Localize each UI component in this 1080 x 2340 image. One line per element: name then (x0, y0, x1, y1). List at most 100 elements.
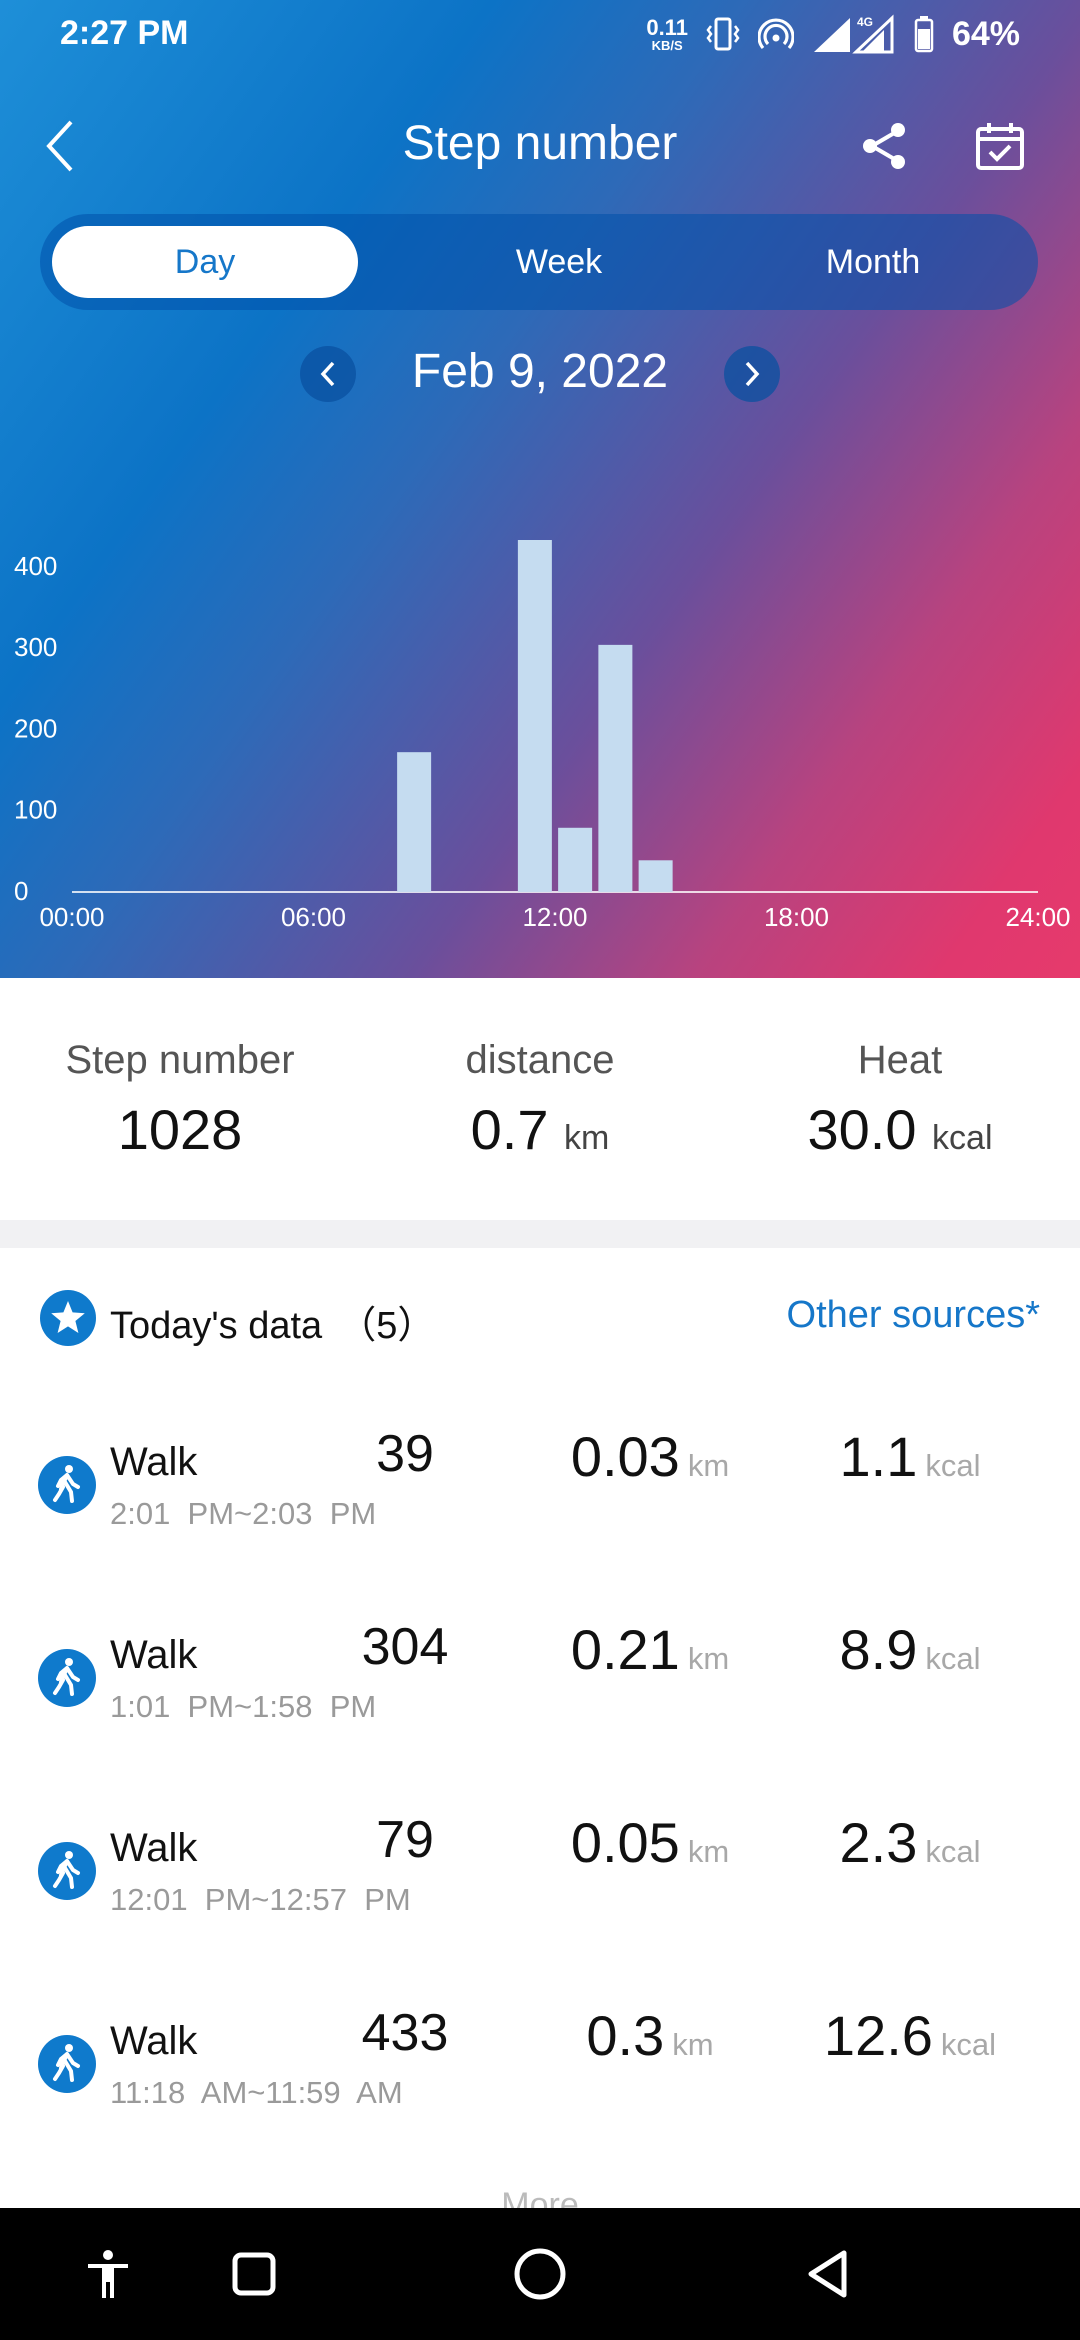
walking-person-icon (38, 1649, 96, 1707)
record-activity-type: Walk (110, 1633, 198, 1677)
cellular-signal-icon: 4G (813, 14, 894, 54)
step-chart: 0 100 200 300 400 00:00 06:00 12:00 18:00 24:00 (14, 540, 1071, 932)
record-time-range: 1:01 PM~1:58 PM (110, 1689, 377, 1724)
home-button[interactable] (504, 2238, 576, 2310)
date-selector: Feb 9, 2022 (0, 340, 1080, 404)
next-date-button[interactable] (724, 346, 780, 402)
square-icon (232, 2252, 276, 2296)
status-time: 2:27 PM (60, 14, 189, 52)
summary-heat-value-row: 30.0 kcal (720, 1097, 1080, 1162)
summary-distance-value: 0.7 (470, 1098, 549, 1161)
recents-button[interactable] (218, 2238, 290, 2310)
record-heat-value: 8.9 (839, 1618, 918, 1681)
record-distance: 0.03 km (540, 1424, 760, 1489)
record-heat: 2.3 kcal (790, 1810, 1030, 1875)
record-heat: 8.9 kcal (790, 1617, 1030, 1682)
summary-steps: Step number 1028 (0, 1038, 360, 1162)
record-heat-unit: kcal (925, 1448, 981, 1483)
battery-icon (914, 16, 934, 53)
record-activity-type: Walk (110, 1826, 198, 1870)
title-bar: Step number (0, 100, 1080, 192)
network-speed-value: 0.11 (646, 14, 688, 40)
record-heat: 1.1 kcal (790, 1424, 1030, 1489)
chevron-right-icon (745, 361, 760, 387)
today-data-title-text: Today's data (110, 1305, 323, 1347)
screen: 2:27 PM 0.11 KB/S 4G 64% Step number Day… (0, 0, 1080, 2340)
tab-month[interactable]: Month (720, 226, 1026, 298)
record-time-range: 12:01 PM~12:57 PM (110, 1882, 411, 1917)
record-distance-value: 0.05 (570, 1811, 680, 1874)
triangle-back-icon (808, 2250, 847, 2298)
share-button[interactable] (852, 114, 916, 178)
x-tick-label: 18:00 (764, 902, 829, 932)
record-time-range: 11:18 AM~11:59 AM (110, 2075, 403, 2110)
record-distance: 0.05 km (540, 1810, 760, 1875)
summary-steps-label: Step number (65, 1038, 295, 1082)
status-icons: 0.11 KB/S 4G 64% (646, 12, 1020, 56)
record-heat: 12.6 kcal (790, 2003, 1030, 2068)
record-heat-value: 12.6 (823, 2004, 933, 2067)
activity-record-row[interactable]: Walk 11:18 AM~11:59 AM 433 0.3 km 12.6 kcal (0, 1965, 1080, 2158)
daily-summary: Step number 1028 distance 0.7 km Heat 30… (0, 978, 1080, 1220)
current-date: Feb 9, 2022 (411, 345, 669, 398)
walking-person-icon (38, 1842, 96, 1900)
chart-bar[interactable] (598, 644, 633, 892)
network-type-label: 4G (857, 15, 873, 29)
summary-heat-label: Heat (857, 1038, 943, 1082)
record-heat-unit: kcal (940, 2027, 997, 2062)
summary-heat-unit: kcal (932, 1119, 993, 1157)
record-distance-value: 0.21 (570, 1618, 680, 1681)
x-tick-label: 24:00 (1005, 902, 1070, 932)
star-icon (40, 1290, 96, 1346)
circle-icon (514, 2248, 566, 2300)
record-heat-unit: kcal (925, 1641, 981, 1676)
x-tick-label: 00:00 (39, 902, 104, 932)
network-speed-unit: KB/S (651, 37, 683, 53)
summary-heat: Heat 30.0 kcal (720, 1038, 1080, 1162)
y-tick-label: 200 (14, 713, 57, 743)
network-speed: 0.11 KB/S (646, 14, 688, 53)
record-steps: 304 (361, 1618, 449, 1676)
other-sources-link[interactable]: Other sources* (787, 1294, 1040, 1337)
chart-bar[interactable] (517, 540, 552, 892)
summary-steps-value: 1028 (117, 1098, 243, 1161)
calendar-button[interactable] (968, 114, 1032, 178)
record-distance-unit: km (687, 1641, 730, 1676)
today-data-title: Today's data （5） (110, 1294, 435, 1349)
tab-day[interactable]: Day (52, 226, 358, 298)
battery-level: 64% (951, 14, 1020, 53)
record-heat-value: 1.1 (839, 1425, 918, 1488)
summary-distance-label: distance (465, 1038, 615, 1082)
share-icon (863, 123, 905, 169)
activity-record-row[interactable]: Walk 12:01 PM~12:57 PM 79 0.05 km 2.3 kcal (0, 1772, 1080, 1965)
walking-person-icon (38, 2035, 96, 2093)
record-time-range: 2:01 PM~2:03 PM (110, 1496, 377, 1531)
accessibility-button[interactable] (72, 2238, 144, 2310)
record-steps: 39 (376, 1425, 434, 1483)
hotspot-icon (757, 18, 794, 50)
record-steps: 433 (361, 2004, 449, 2062)
x-tick-label: 06:00 (281, 902, 346, 932)
record-heat-unit: kcal (925, 1834, 981, 1869)
y-tick-label: 400 (14, 551, 57, 581)
y-tick-label: 100 (14, 795, 57, 825)
chart-bar[interactable] (558, 827, 593, 892)
chart-bar[interactable] (397, 752, 432, 892)
y-tick-label: 0 (14, 876, 28, 906)
vibrate-icon (706, 17, 740, 51)
section-divider (0, 1220, 1080, 1248)
today-data-count: （5） (338, 1305, 436, 1347)
header-panel: 2:27 PM 0.11 KB/S 4G 64% Step number Day… (0, 0, 1080, 978)
record-steps: 79 (376, 1811, 434, 1869)
chart-bar[interactable] (638, 860, 673, 892)
page-title: Step number (402, 117, 678, 170)
y-tick-label: 300 (14, 632, 57, 662)
activity-record-row[interactable]: Walk 2:01 PM~2:03 PM 39 0.03 km 1.1 kcal (0, 1386, 1080, 1579)
period-tabs: Day Week Month (40, 214, 1038, 310)
tab-week[interactable]: Week (406, 226, 712, 298)
summary-distance-value-row: 0.7 km (360, 1097, 720, 1162)
activity-record-row[interactable]: Walk 1:01 PM~1:58 PM 304 0.21 km 8.9 kcal (0, 1579, 1080, 1772)
back-nav-button[interactable] (792, 2238, 864, 2310)
record-heat-value: 2.3 (839, 1811, 918, 1874)
record-activity-type: Walk (110, 2019, 198, 2063)
